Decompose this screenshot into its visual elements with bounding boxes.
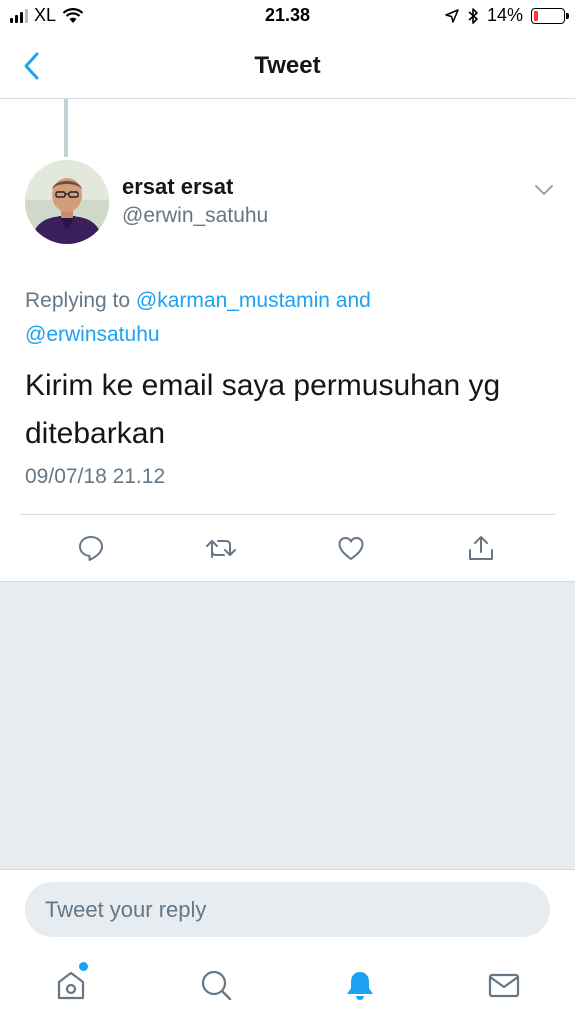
tweet-timestamp: 09/07/18 21.12 [25, 465, 166, 488]
page-title: Tweet [254, 52, 321, 79]
location-icon [445, 8, 459, 23]
like-button[interactable] [333, 530, 369, 566]
battery-percent: 14% [486, 5, 523, 25]
status-right: 14% [445, 5, 569, 26]
divider [20, 514, 555, 515]
reply-icon [79, 536, 103, 561]
reply-button[interactable] [73, 530, 109, 566]
tab-notifications[interactable] [342, 967, 378, 1003]
share-icon [469, 536, 493, 560]
home-icon [57, 971, 85, 1000]
tab-messages[interactable] [486, 967, 522, 1003]
battery-level-fill [534, 10, 538, 21]
share-button[interactable] [463, 530, 499, 566]
replying-prefix: Replying to [25, 289, 131, 312]
replying-to: Replying to @karman_mustamin and @erwins… [25, 284, 545, 352]
author-handle[interactable]: @erwin_satuhu [122, 204, 268, 228]
search-icon [201, 970, 232, 1001]
tab-bar [0, 949, 575, 1024]
tweet-options-button[interactable] [532, 178, 556, 202]
nav-bar: Tweet [0, 34, 575, 99]
reply-composer [0, 869, 575, 949]
thread-connector-line [64, 99, 68, 157]
chevron-down-icon [535, 185, 553, 195]
heart-icon [338, 537, 364, 560]
mail-icon [488, 973, 520, 998]
tab-home[interactable] [53, 967, 89, 1003]
mention-link-2[interactable]: @erwinsatuhu [25, 323, 160, 346]
status-bar: XL 21.38 14% [0, 0, 575, 34]
tab-search[interactable] [198, 967, 234, 1003]
bell-icon [347, 972, 373, 1000]
reply-input[interactable] [25, 882, 550, 937]
author-name[interactable]: ersat ersat [122, 174, 233, 200]
avatar[interactable] [25, 160, 109, 244]
retweet-button[interactable] [203, 530, 239, 566]
mention-link-1[interactable]: @karman_mustamin [136, 289, 330, 312]
home-notification-dot [79, 962, 88, 971]
retweet-icon [206, 540, 236, 558]
mention-joiner: and [335, 289, 371, 312]
replies-area [0, 581, 575, 869]
tweet-text: Kirim ke email saya permusuhan yg diteba… [25, 369, 501, 450]
bluetooth-icon [468, 7, 478, 24]
avatar-image [25, 160, 109, 244]
battery-icon [531, 7, 569, 24]
